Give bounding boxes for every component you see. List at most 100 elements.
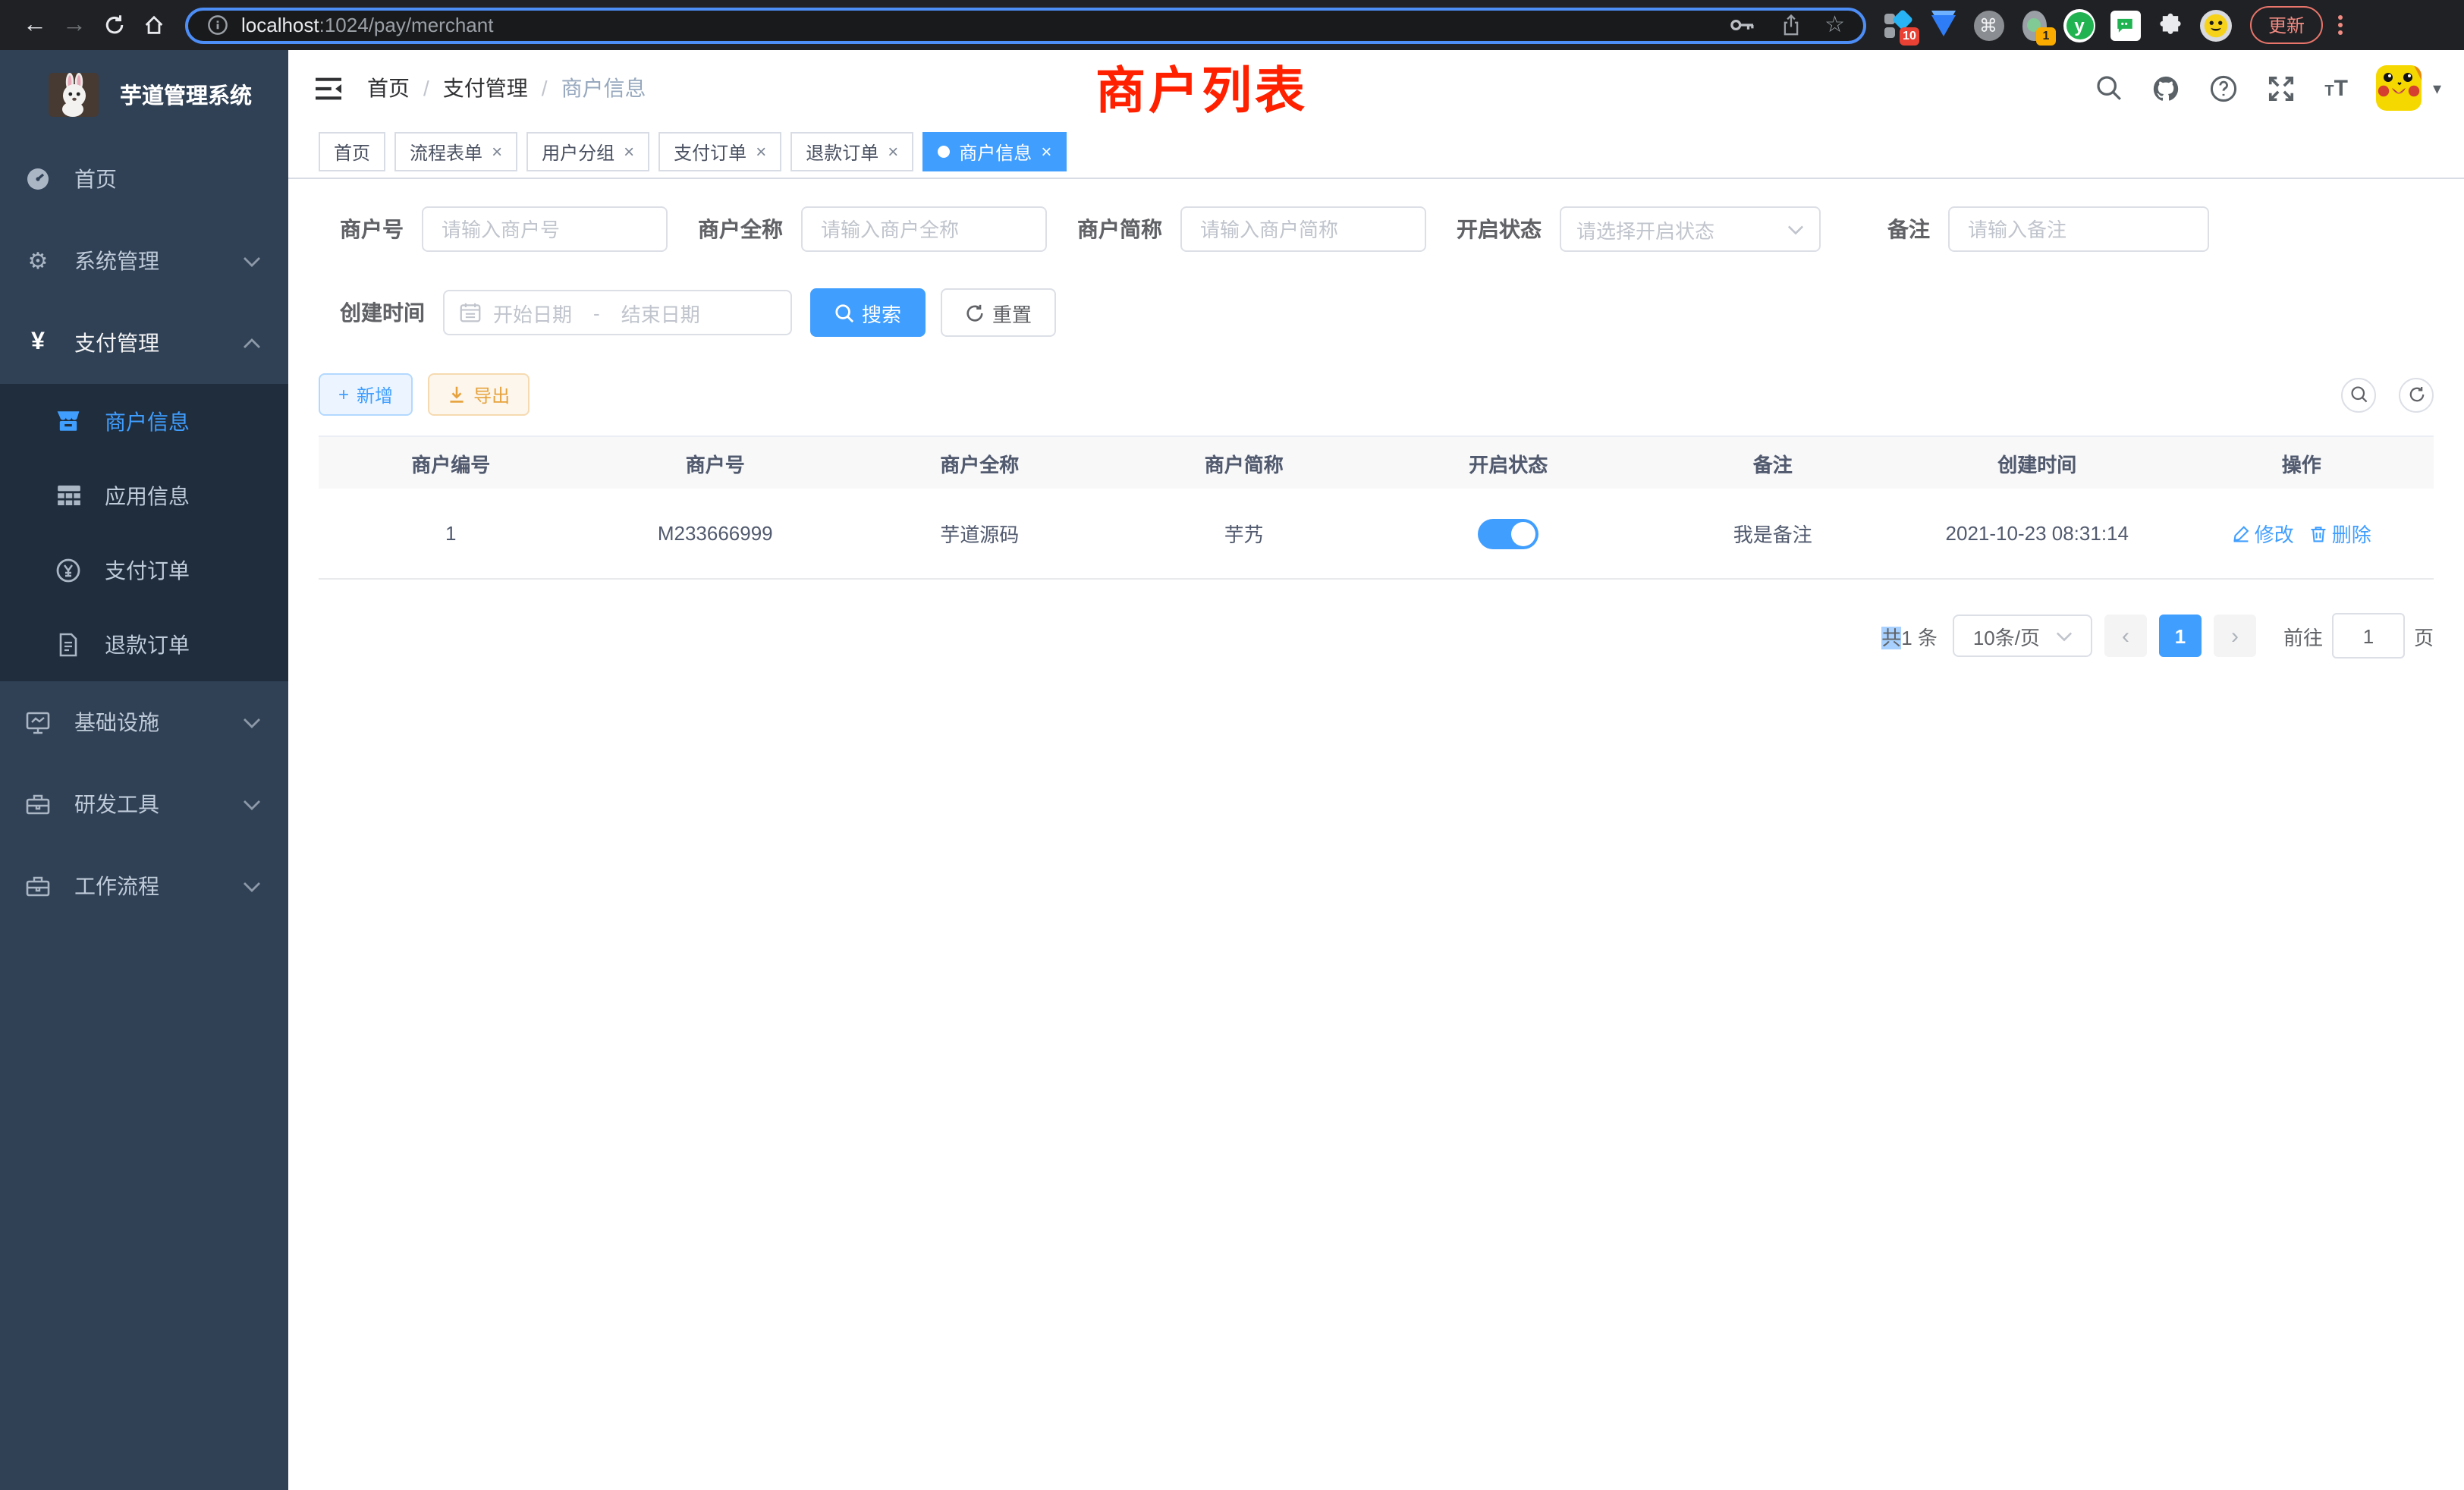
annotation-merchant-list: 商户列表 — [1095, 50, 1308, 123]
close-icon[interactable]: × — [1041, 143, 1051, 161]
header-search-button[interactable] — [2094, 74, 2123, 102]
address-bar[interactable]: localhost:1024/pay/merchant ☆ — [185, 7, 1866, 43]
sidebar-item-label: 支付订单 — [105, 555, 190, 585]
calendar-icon — [460, 302, 481, 323]
sidebar-toggle-button[interactable] — [313, 73, 343, 103]
sidebar-item-label: 商户信息 — [105, 406, 190, 436]
toolbox-icon — [26, 792, 50, 816]
page-size-select[interactable]: 10条/页 — [1953, 615, 2092, 657]
caret-down-icon: ▾ — [2433, 78, 2441, 98]
extension-yudao-icon[interactable]: y — [2063, 9, 2095, 41]
goto-label: 前往 — [2283, 621, 2323, 650]
reload-icon — [102, 14, 125, 36]
forward-button[interactable]: → — [55, 5, 94, 45]
goto-page-input[interactable] — [2332, 613, 2405, 659]
tag-pay-order[interactable]: 支付订单× — [658, 132, 781, 171]
sidebar-item-home[interactable]: 首页 — [0, 138, 288, 220]
add-button[interactable]: + 新增 — [319, 373, 413, 416]
reset-button[interactable]: 重置 — [941, 288, 1056, 337]
reload-button[interactable] — [94, 5, 134, 45]
user-menu[interactable]: ▾ — [2377, 65, 2441, 111]
short-name-input[interactable] — [1180, 206, 1426, 252]
breadcrumb-payment[interactable]: 支付管理 — [443, 73, 528, 103]
tag-user-group[interactable]: 用户分组× — [526, 132, 649, 171]
export-button[interactable]: 导出 — [428, 373, 530, 416]
download-icon — [448, 385, 466, 404]
app-title: 芋道管理系统 — [120, 78, 252, 110]
sidebar-item-infrastructure[interactable]: 基础设施 — [0, 681, 288, 763]
browser-update-button[interactable]: 更新 — [2250, 6, 2323, 44]
chevron-up-icon — [243, 338, 261, 348]
tag-home[interactable]: 首页 — [319, 132, 385, 171]
extension-grid-icon[interactable]: 10 — [1881, 9, 1913, 41]
sidebar-item-app-info[interactable]: 应用信息 — [0, 458, 288, 533]
tag-flow-form[interactable]: 流程表单× — [394, 132, 517, 171]
sidebar-item-workflow[interactable]: 工作流程 — [0, 845, 288, 927]
fullscreen-button[interactable] — [2267, 74, 2296, 102]
tag-refund-order[interactable]: 退款订单× — [790, 132, 913, 171]
col-header: 商户全称 — [847, 448, 1112, 477]
col-header: 开启状态 — [1376, 448, 1641, 477]
prev-page-button[interactable]: ‹ — [2104, 615, 2147, 657]
next-page-button[interactable]: › — [2214, 615, 2256, 657]
back-button[interactable]: ← — [15, 5, 55, 45]
sidebar-item-payment[interactable]: ¥ 支付管理 — [0, 302, 288, 384]
col-header: 备注 — [1641, 448, 1906, 477]
extension-command-icon[interactable]: ⌘ — [1972, 9, 2004, 41]
app-logo[interactable]: 芋道管理系统 — [0, 50, 288, 138]
github-button[interactable] — [2151, 74, 2180, 102]
breadcrumb-home[interactable]: 首页 — [367, 73, 410, 103]
extensions-area: 10 ⌘ 1 y — [1881, 9, 2232, 41]
search-button[interactable]: 搜索 — [810, 288, 926, 337]
share-icon[interactable] — [1780, 14, 1800, 36]
merchant-no-input[interactable] — [422, 206, 668, 252]
close-icon[interactable]: × — [756, 143, 766, 161]
edit-link[interactable]: 修改 — [2232, 519, 2294, 548]
date-range-picker[interactable]: 开始日期 - 结束日期 — [443, 290, 792, 335]
refresh-table-button[interactable] — [2399, 377, 2434, 412]
full-name-label: 商户全称 — [698, 214, 783, 244]
font-size-button[interactable]: TT — [2324, 77, 2348, 99]
delete-link[interactable]: 删除 — [2309, 519, 2371, 548]
sidebar-item-merchant-info[interactable]: 商户信息 — [0, 384, 288, 458]
close-icon[interactable]: × — [492, 143, 502, 161]
bookmark-star-icon[interactable]: ☆ — [1824, 14, 1845, 36]
tags-view-bar: 首页 流程表单× 用户分组× 支付订单× 退款订单× 商户信息× — [288, 126, 2464, 179]
page-size-value: 10条/页 — [1973, 621, 2040, 650]
close-icon[interactable]: × — [624, 143, 634, 161]
home-button[interactable] — [134, 5, 173, 45]
status-toggle[interactable] — [1478, 518, 1538, 549]
sidebar-item-system[interactable]: ⚙ 系统管理 — [0, 220, 288, 302]
table-row: 1 M233666999 芋道源码 芋艿 我是备注 2021-10-23 08:… — [319, 489, 2434, 580]
page-1-button[interactable]: 1 — [2159, 615, 2202, 657]
browser-profile-avatar[interactable] — [2200, 9, 2232, 41]
back-icon: ← — [23, 11, 47, 39]
status-select[interactable]: 请选择开启状态 — [1560, 206, 1821, 252]
extension-chat-icon[interactable] — [2109, 9, 2141, 41]
sidebar-item-label: 应用信息 — [105, 480, 190, 511]
extension-gem-icon[interactable] — [1927, 9, 1959, 41]
close-icon[interactable]: × — [888, 143, 898, 161]
sidebar-item-refund-order[interactable]: 退款订单 — [0, 607, 288, 681]
sidebar-item-dev-tools[interactable]: 研发工具 — [0, 763, 288, 845]
chevron-down-icon — [243, 717, 261, 728]
extensions-puzzle-button[interactable] — [2154, 9, 2186, 41]
sidebar-item-pay-order[interactable]: 支付订单 — [0, 533, 288, 607]
full-name-input[interactable] — [801, 206, 1047, 252]
key-icon[interactable] — [1729, 17, 1756, 33]
browser-menu-button[interactable] — [2338, 15, 2343, 35]
refresh-icon — [965, 303, 985, 322]
cell-full-name: 芋道源码 — [847, 519, 1112, 548]
gem-icon — [1931, 14, 1955, 36]
breadcrumb: 首页 / 支付管理 / 商户信息 — [367, 73, 646, 103]
cell-create-time: 2021-10-23 08:31:14 — [1905, 522, 2170, 545]
user-avatar — [2377, 65, 2422, 111]
remark-input[interactable] — [1948, 206, 2209, 252]
date-separator: - — [593, 301, 600, 324]
show-search-toggle-button[interactable] — [2341, 377, 2376, 412]
extension-blob-icon[interactable]: 1 — [2018, 9, 2050, 41]
tag-merchant-info[interactable]: 商户信息× — [922, 132, 1067, 171]
hamburger-fold-icon — [313, 75, 342, 101]
help-button[interactable] — [2209, 74, 2238, 102]
remark-label: 备注 — [1887, 214, 1930, 244]
